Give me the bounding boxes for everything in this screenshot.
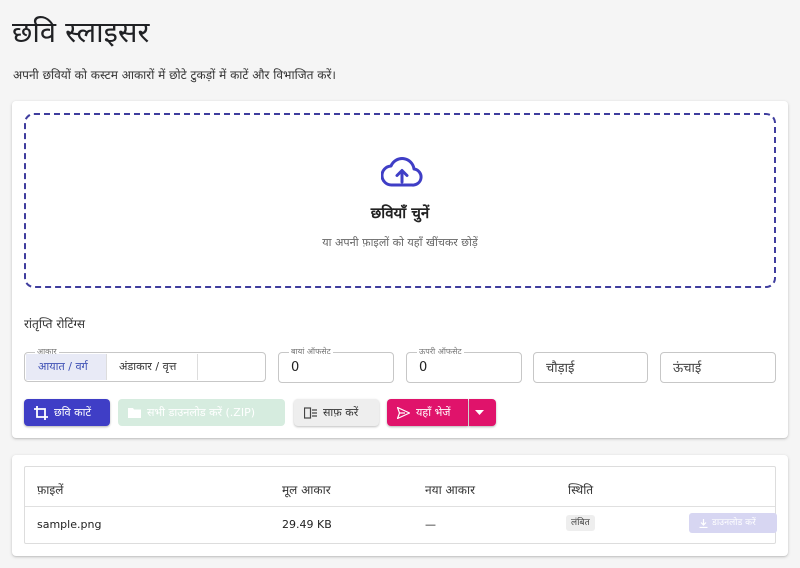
top-offset-field[interactable]: ऊपरी ऑफसेट 0 <box>406 347 522 383</box>
clear-button[interactable]: साफ़ करें <box>294 399 379 426</box>
header-status: स्थिति <box>568 483 594 497</box>
left-offset-value: 0 <box>291 360 300 375</box>
crop-icon <box>34 405 48 420</box>
left-offset-field[interactable]: बायां ऑफसेट 0 <box>278 347 394 383</box>
folder-zip-icon <box>128 408 141 418</box>
download-all-button[interactable]: सभी डाउनलोड करें (.ZIP) <box>118 399 285 426</box>
download-icon <box>699 518 708 528</box>
top-offset-legend: ऊपरी ऑफसेट <box>417 347 464 357</box>
header-files: फ़ाइलें <box>37 483 64 497</box>
file-dropzone[interactable]: छवियाँ चुनें या अपनी फ़ाइलों को यहाँ खीं… <box>24 113 776 288</box>
page-subtitle: अपनी छवियों को कस्टम आकारों में छोटे टुक… <box>13 68 336 82</box>
width-field[interactable]: चौड़ाई <box>533 352 648 383</box>
clear-list-icon <box>304 406 317 419</box>
dropzone-hint: या अपनी फ़ाइलों को यहाँ खींचकर छोड़ें <box>322 236 478 249</box>
row-new-size: — <box>425 518 436 531</box>
send-button[interactable]: यहाँ भेजें <box>387 399 468 426</box>
header-original-size: मूल आकार <box>282 483 331 497</box>
send-button-label: यहाँ भेजें <box>416 406 451 419</box>
send-dropdown-button[interactable] <box>469 399 496 426</box>
row-download-label: डाउनलोड करें <box>712 518 756 528</box>
files-card: फ़ाइलें मूल आकार नया आकार स्थिति sample.… <box>12 455 788 556</box>
shape-option-rectangle[interactable]: आयात / वर्ग <box>26 354 107 380</box>
slicer-card: छवियाँ चुनें या अपनी फ़ाइलों को यहाँ खीं… <box>12 101 788 438</box>
cloud-upload-icon <box>381 157 423 187</box>
crop-button[interactable]: छवि काटें <box>24 399 110 426</box>
height-field[interactable]: ऊंचाई <box>660 352 776 383</box>
shape-toggle-group: आकार आयात / वर्ग अंडाकार / वृत्त <box>24 347 266 382</box>
row-file-name: sample.png <box>37 518 102 531</box>
dropzone-title: छवियाँ चुनें <box>370 204 430 222</box>
clear-button-label: साफ़ करें <box>323 406 359 419</box>
top-offset-value: 0 <box>419 360 428 375</box>
shape-option-oval[interactable]: अंडाकार / वृत्त <box>107 354 198 380</box>
chevron-down-icon <box>475 409 484 415</box>
header-new-size: नया आकार <box>425 483 476 497</box>
left-offset-legend: बायां ऑफसेट <box>289 347 333 357</box>
width-placeholder: चौड़ाई <box>546 361 575 376</box>
status-badge: लंबित <box>566 515 595 531</box>
files-table: फ़ाइलें मूल आकार नया आकार स्थिति sample.… <box>24 466 777 544</box>
height-placeholder: ऊंचाई <box>673 361 702 376</box>
settings-label: रांतृप्ति रोटिंग्स <box>24 317 85 331</box>
header-divider <box>25 506 775 507</box>
crop-button-label: छवि काटें <box>54 406 92 419</box>
row-original-size: 29.49 KB <box>282 518 332 531</box>
page-title: छवि स्लाइसर <box>12 15 150 49</box>
download-all-label: सभी डाउनलोड करें (.ZIP) <box>147 406 256 419</box>
row-download-button[interactable]: डाउनलोड करें <box>689 513 777 533</box>
send-icon <box>397 406 410 419</box>
